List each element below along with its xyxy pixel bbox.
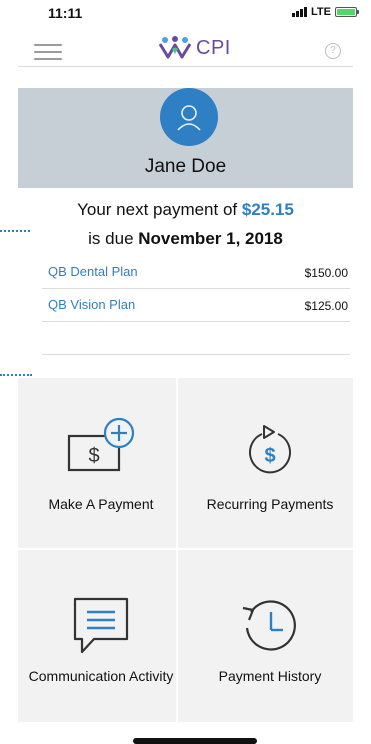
avatar[interactable]: [160, 88, 218, 146]
battery-icon: [335, 7, 359, 17]
plan-list-spacer: [42, 322, 350, 355]
plan-name[interactable]: QB Vision Plan: [48, 297, 135, 312]
signal-icon: [292, 7, 308, 17]
menu-icon[interactable]: [34, 44, 62, 60]
help-icon[interactable]: ?: [325, 43, 341, 59]
app-logo: CPI: [158, 35, 231, 61]
communication-activity-tile[interactable]: Communication Activity: [18, 550, 184, 720]
plan-amount: $150.00: [304, 266, 348, 280]
logo-text: CPI: [196, 36, 231, 59]
plan-row[interactable]: QB Vision Plan $125.00: [42, 289, 350, 322]
payment-amount: $25.15: [241, 200, 294, 219]
svg-text:$: $: [264, 445, 275, 467]
tile-label: Make A Payment: [48, 496, 154, 512]
grid-divider: [176, 378, 178, 722]
plan-row[interactable]: QB Dental Plan $150.00: [42, 256, 350, 289]
profile-name: Jane Doe: [144, 156, 227, 177]
profile-banner: Jane Doe: [18, 88, 353, 188]
payment-due: is due November 1, 2018: [0, 229, 371, 249]
recurring-payments-tile[interactable]: $ Recurring Payments: [187, 378, 353, 548]
tile-label: Payment History: [218, 668, 322, 684]
payment-prefix: Your next payment of: [77, 200, 242, 219]
communication-icon: [73, 597, 129, 654]
status-indicators: LTE: [292, 6, 359, 18]
decorative-dots: [0, 374, 32, 376]
network-type: LTE: [311, 6, 331, 18]
payment-history-tile[interactable]: Payment History: [187, 550, 353, 720]
svg-text:$: $: [88, 445, 99, 467]
tile-label: Communication Activity: [28, 668, 174, 684]
due-date: November 1, 2018: [138, 229, 283, 248]
plan-list: QB Dental Plan $150.00 QB Vision Plan $1…: [42, 256, 350, 355]
status-bar: 11:11 LTE: [0, 0, 371, 30]
logo-icon: [158, 36, 192, 59]
recurring-payments-icon: $: [249, 425, 291, 474]
user-icon: [177, 105, 201, 131]
nav-bar: CPI ?: [18, 30, 353, 67]
action-grid: $ Make A Payment $ Recurring Payments Co…: [18, 378, 353, 722]
payment-summary: Your next payment of $25.15: [0, 200, 371, 220]
history-icon: [242, 600, 296, 651]
tile-label: Recurring Payments: [206, 496, 334, 512]
make-payment-tile[interactable]: $ Make A Payment: [18, 378, 184, 548]
status-time: 11:11: [48, 5, 83, 21]
home-indicator[interactable]: [133, 738, 257, 744]
make-payment-icon: $: [67, 417, 135, 472]
grid-divider: [18, 548, 353, 550]
plan-amount: $125.00: [304, 299, 348, 313]
due-prefix: is due: [88, 229, 139, 248]
plan-name[interactable]: QB Dental Plan: [48, 264, 138, 279]
